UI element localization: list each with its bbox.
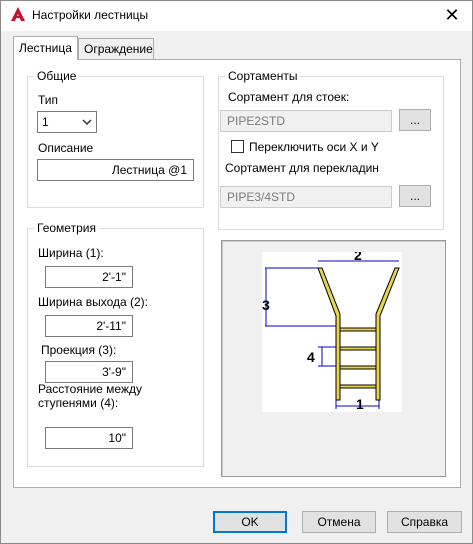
ladder-shape [317,267,400,401]
width-label: Ширина (1): [38,246,104,260]
rung-profile-browse-button[interactable]: ... [399,185,431,207]
rung [339,346,377,351]
post-profile-input: PIPE2STD [220,110,392,132]
tab-panel: Общие Тип 1 Описание Лестница @1 Геометр… [13,59,461,488]
type-value: 1 [42,115,49,129]
projection-label: Проекция (3): [41,343,117,357]
rung [339,365,377,370]
general-legend: Общие [34,69,80,83]
window-title: Настройки лестницы [32,8,149,22]
diagram-label-2: 2 [354,252,362,263]
title-bar: Настройки лестницы ✕ [1,1,472,31]
autocad-logo-icon [11,7,25,21]
description-label: Описание [38,141,94,155]
type-label: Тип [38,93,59,107]
description-input[interactable]: Лестница @1 [37,159,194,181]
rung-profile-label: Сортамент для перекладин [225,161,379,175]
exit-width-label: Ширина выхода (2): [38,295,148,309]
ladder-diagram-svg: 2 3 4 1 [262,247,400,412]
exit-width-input[interactable]: 2'-11" [45,315,133,337]
projection-input[interactable]: 3'-9" [45,361,133,383]
left-rail [317,267,341,401]
width-input[interactable]: 2'-1" [45,266,133,288]
geometry-legend: Геометрия [34,221,99,235]
post-profile-browse-button[interactable]: ... [399,109,431,131]
diagram-label-3: 3 [262,297,270,313]
ladder-settings-dialog: Настройки лестницы ✕ Лестница Ограждение… [0,0,473,544]
swap-xy-checkbox[interactable] [231,140,244,153]
rung [339,327,377,332]
diagram-label-4: 4 [307,349,315,365]
rung [339,384,377,389]
help-button[interactable]: Справка [387,511,462,533]
ladder-diagram: 2 3 4 1 [262,247,402,412]
step-spacing-input[interactable]: 10" [45,427,133,449]
type-select[interactable]: 1 [37,111,97,133]
rung-profile-input: PIPE3/4STD [220,186,392,208]
ok-button[interactable]: OK [213,511,287,533]
close-icon[interactable]: ✕ [442,5,462,25]
right-rail [375,267,400,401]
tab-railing[interactable]: Ограждение [78,38,154,59]
tab-ladder[interactable]: Лестница [13,36,78,60]
step-spacing-label: Расстояние между ступенями (4): [38,382,142,410]
post-profile-label: Сортамент для стоек: [228,90,350,104]
cancel-button[interactable]: Отмена [302,511,376,533]
diagram-label-1: 1 [356,396,364,412]
ladder-preview: 2 3 4 1 [221,240,446,477]
profiles-legend: Сортаменты [225,69,301,83]
swap-xy-label: Переключить оси X и Y [249,140,379,154]
chevron-down-icon [82,119,92,126]
